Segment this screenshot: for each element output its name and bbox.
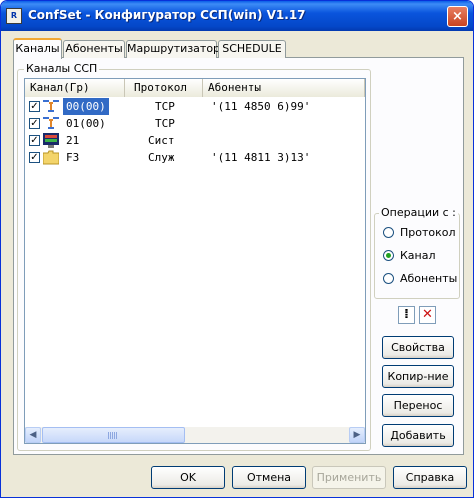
- horizontal-scrollbar[interactable]: ◀ ▶: [25, 427, 365, 443]
- row-protocol: TCP: [155, 100, 175, 113]
- group-channels-title: Каналы ССП: [24, 62, 100, 75]
- help-button[interactable]: Справка: [393, 466, 467, 489]
- tab-subscribers[interactable]: Абоненты: [63, 40, 125, 58]
- list-header: Канал(Гр) Протокол Абоненты: [25, 79, 365, 97]
- radio-channel-button[interactable]: [383, 250, 394, 261]
- ok-button[interactable]: OK: [151, 466, 225, 489]
- system-monitor-icon: [43, 133, 59, 148]
- row-protocol: Служ: [148, 151, 175, 164]
- dots-button[interactable]: ⁞: [398, 306, 415, 324]
- row-channel: 00(00): [63, 98, 109, 115]
- row-checkbox[interactable]: ✓: [29, 152, 40, 163]
- delete-icon[interactable]: ✕: [419, 306, 436, 324]
- scrollbar-thumb[interactable]: [42, 427, 185, 443]
- apply-button[interactable]: Применить: [312, 466, 386, 489]
- folder-icon: [43, 150, 59, 165]
- list-item[interactable]: ✓ 21 Сист: [25, 132, 365, 149]
- column-header-subscribers[interactable]: Абоненты: [203, 79, 365, 97]
- row-channel: 01(00): [66, 117, 106, 130]
- cancel-button[interactable]: Отмена: [232, 466, 306, 489]
- network-icon: [43, 117, 59, 129]
- app-icon[interactable]: R: [6, 8, 22, 24]
- row-subscribers: '(11 4811 3)13': [211, 151, 311, 164]
- row-checkbox[interactable]: ✓: [29, 135, 40, 146]
- grip-icon: [108, 432, 117, 439]
- copy-button[interactable]: Копир-ние: [382, 365, 454, 388]
- network-icon: [43, 100, 59, 112]
- app-window: R ConfSet - Конфигуратор ССП(win) V1.17 …: [0, 0, 474, 498]
- tab-schedule[interactable]: SCHEDULE: [218, 40, 286, 58]
- row-channel: F3: [66, 151, 80, 164]
- add-button[interactable]: Добавить: [382, 424, 454, 447]
- list-item[interactable]: ✓ 01(00) TCP: [25, 115, 365, 132]
- scroll-left-icon[interactable]: ◀: [25, 427, 41, 443]
- list-item[interactable]: ✓ 00(00) TCP '(11 4850 6)99': [25, 98, 365, 115]
- tab-channels[interactable]: Каналы: [13, 38, 62, 59]
- radio-subscribers-label: Абоненты: [400, 272, 458, 285]
- channel-list[interactable]: Канал(Гр) Протокол Абоненты ✓ 00(00) TCP…: [24, 78, 366, 444]
- tab-router[interactable]: Маршрутизатор: [126, 40, 220, 58]
- radio-protocol-label: Протокол: [400, 226, 456, 239]
- row-checkbox[interactable]: ✓: [29, 101, 40, 112]
- row-protocol: TCP: [155, 117, 175, 130]
- column-header-protocol[interactable]: Протокол: [125, 79, 203, 97]
- radio-channel-label: Канал: [400, 249, 436, 262]
- operations-title: Операции с :: [379, 206, 458, 219]
- title-bar[interactable]: R ConfSet - Конфигуратор ССП(win) V1.17 …: [1, 1, 473, 31]
- row-channel: 21: [66, 134, 80, 147]
- row-subscribers: '(11 4850 6)99': [211, 100, 311, 113]
- properties-button[interactable]: Свойства: [382, 336, 454, 359]
- move-button[interactable]: Перенос: [382, 394, 454, 417]
- close-button[interactable]: ×: [447, 6, 468, 27]
- list-item[interactable]: ✓ F3 Служ '(11 4811 3)13': [25, 149, 365, 166]
- radio-subscribers-button[interactable]: [383, 273, 394, 284]
- row-checkbox[interactable]: ✓: [29, 118, 40, 129]
- radio-protocol-button[interactable]: [383, 227, 394, 238]
- column-header-channel[interactable]: Канал(Гр): [25, 79, 125, 97]
- scroll-right-icon[interactable]: ▶: [349, 427, 365, 443]
- window-title: ConfSet - Конфигуратор ССП(win) V1.17: [28, 8, 306, 22]
- row-protocol: Сист: [148, 134, 175, 147]
